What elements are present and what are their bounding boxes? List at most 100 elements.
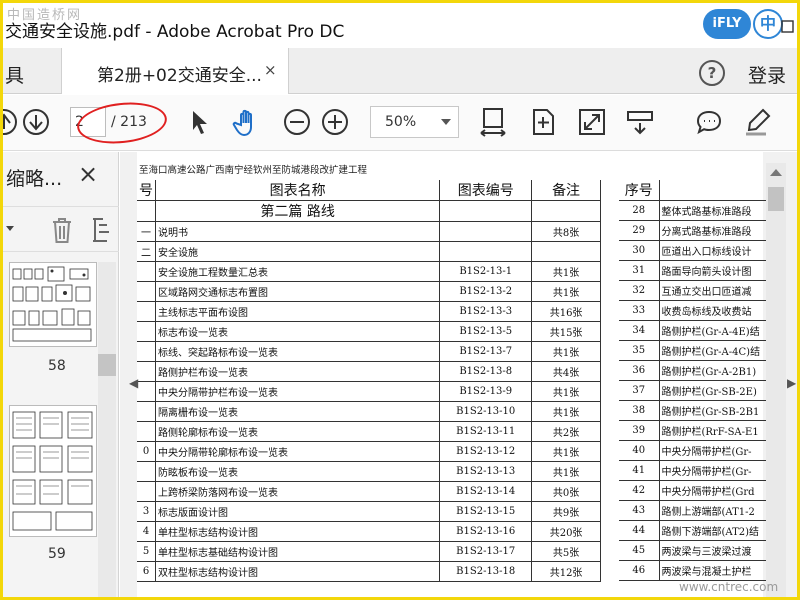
cell-name: 路侧下游端部(AT2)结 bbox=[659, 520, 779, 541]
table-row: 46 两波梁与混凝土护栏 bbox=[619, 560, 779, 581]
previous-page-icon[interactable] bbox=[3, 107, 19, 137]
next-page-icon[interactable] bbox=[21, 107, 51, 137]
header-note: 备注 bbox=[531, 180, 601, 201]
ime-language-button[interactable]: 中 bbox=[753, 9, 783, 39]
table-row: 二安全设施 bbox=[137, 241, 601, 262]
login-button[interactable]: 登录 bbox=[748, 61, 786, 88]
cell-no: 30 bbox=[619, 240, 660, 261]
page-thumbnail-59[interactable] bbox=[9, 405, 97, 537]
cell-name: 路侧上游端部(AT1-2 bbox=[659, 500, 779, 521]
cell-no: 5 bbox=[137, 541, 156, 562]
thumbnails-panel: 缩略... × 58 59 bbox=[3, 152, 119, 597]
section-heading: 第二篇 路线 bbox=[155, 200, 441, 222]
cell-no: 44 bbox=[619, 520, 660, 541]
cell-no: 46 bbox=[619, 560, 660, 581]
cell-no: 38 bbox=[619, 400, 660, 421]
tab-tools[interactable]: 具 bbox=[5, 61, 24, 88]
cell-name: 路侧护栏(RrF-SA-E1 bbox=[659, 420, 779, 441]
cell-note: 共4张 bbox=[531, 361, 601, 382]
help-button[interactable]: ? bbox=[699, 60, 725, 86]
cell-code: B1S2-13-18 bbox=[439, 561, 533, 582]
keyboard-scroll-icon[interactable] bbox=[625, 107, 655, 137]
table-row: 标线、突起路标布设一览表 B1S2-13-7 共1张 bbox=[137, 341, 601, 362]
page-thumbnail-58[interactable] bbox=[9, 262, 97, 347]
table-row: 37 路侧护栏(Gr-SB-2E) bbox=[619, 380, 779, 401]
table-row: 区域路网交通标志布置图 B1S2-13-2 共1张 bbox=[137, 281, 601, 302]
table-row: 41 中央分隔带护栏(Gr- bbox=[619, 460, 779, 481]
cell-no: 33 bbox=[619, 300, 660, 321]
full-screen-icon[interactable] bbox=[577, 107, 607, 137]
cell-note: 共1张 bbox=[531, 401, 601, 422]
cell-name: 分离式路基标准路段 bbox=[659, 220, 779, 241]
cell-note: 共15张 bbox=[531, 321, 601, 342]
tab-close-button[interactable]: × bbox=[264, 61, 277, 79]
cell-no bbox=[137, 281, 156, 302]
document-scrollbar-thumb[interactable] bbox=[768, 187, 784, 211]
zoom-select[interactable]: 50% bbox=[370, 106, 459, 138]
header-no-right: 序号 bbox=[619, 180, 660, 201]
caret-down-icon[interactable] bbox=[5, 223, 15, 235]
scroll-up-icon[interactable] bbox=[770, 169, 782, 176]
cell-name: 上跨桥梁防落网布设一览表 bbox=[155, 481, 441, 502]
table-header-row: 序号 bbox=[619, 180, 779, 201]
cell-name: 双柱型标志结构设计图 bbox=[155, 561, 441, 582]
document-view[interactable]: 至海口高速公路广西南宁经钦州至防城港段改扩建工程 号 图表名称 图表编号 备注 … bbox=[120, 152, 797, 597]
panel-scrollbar[interactable] bbox=[98, 262, 116, 597]
fit-width-icon[interactable] bbox=[478, 107, 508, 137]
previous-page-arrow-icon[interactable]: ◀ bbox=[129, 376, 138, 390]
cell-no bbox=[137, 261, 156, 282]
trash-icon[interactable] bbox=[49, 215, 75, 245]
document-scrollbar[interactable] bbox=[766, 163, 786, 597]
cell-code bbox=[439, 221, 533, 242]
table-row: 安全设施工程数量汇总表 B1S2-13-1 共1张 bbox=[137, 261, 601, 282]
table-row: 40 中央分隔带护栏(Gr- bbox=[619, 440, 779, 461]
cell-name: 中央分隔带护栏(Gr- bbox=[659, 460, 779, 481]
cell-name: 中央分隔带护栏布设一览表 bbox=[155, 381, 441, 402]
cell-no bbox=[137, 461, 156, 482]
cell-no: 40 bbox=[619, 440, 660, 461]
cell-note: 共20张 bbox=[531, 521, 601, 542]
cell-name: 路侧护栏(Gr-A-4C)结 bbox=[659, 340, 779, 361]
table-row: 6 双柱型标志结构设计图 B1S2-13-18 共12张 bbox=[137, 561, 601, 582]
cell-code: B1S2-13-15 bbox=[439, 501, 533, 522]
tab-document[interactable]: 第2册+02交通安全... × bbox=[61, 48, 289, 94]
restore-window-icon[interactable] bbox=[780, 17, 797, 39]
app-window: 中国造桥网 交通安全设施.pdf - Adobe Acrobat Pro DC … bbox=[0, 0, 800, 600]
zoom-value: 50% bbox=[385, 114, 417, 130]
cell-note: 共1张 bbox=[531, 281, 601, 302]
panel-scrollbar-thumb[interactable] bbox=[98, 354, 116, 376]
comment-icon[interactable] bbox=[694, 107, 724, 137]
highlight-pen-icon[interactable] bbox=[743, 107, 773, 137]
fit-page-icon[interactable] bbox=[528, 107, 558, 137]
cell-no: 29 bbox=[619, 220, 660, 241]
cell-code: B1S2-13-12 bbox=[439, 441, 533, 462]
table-row: 防眩板布设一览表 B1S2-13-13 共1张 bbox=[137, 461, 601, 482]
index-table-right: 序号 28 整体式路基标准路段 29 分离式路基标准路段 30 匝道出入口标线设计 31 路面… bbox=[619, 180, 779, 581]
cell-name: 标志版面设计图 bbox=[155, 501, 441, 522]
cell-no bbox=[137, 341, 156, 362]
table-row: 4 单柱型标志结构设计图 B1S2-13-16 共20张 bbox=[137, 521, 601, 542]
cell-no: 4 bbox=[137, 521, 156, 542]
panel-close-button[interactable]: × bbox=[78, 160, 98, 188]
cell-name: 安全设施工程数量汇总表 bbox=[155, 261, 441, 282]
zoom-in-icon[interactable] bbox=[320, 107, 350, 137]
cell-code: B1S2-13-17 bbox=[439, 541, 533, 562]
cell-no: 45 bbox=[619, 540, 660, 561]
ifly-button[interactable]: iFLY bbox=[703, 9, 751, 39]
zoom-out-icon[interactable] bbox=[282, 107, 312, 137]
table-row: 3 标志版面设计图 B1S2-13-15 共9张 bbox=[137, 501, 601, 522]
hand-tool-icon[interactable] bbox=[232, 107, 262, 137]
cell-name: 中央分隔带护栏(Grd bbox=[659, 480, 779, 501]
cell-note: 共9张 bbox=[531, 501, 601, 522]
table-row: 5 单柱型标志基础结构设计图 B1S2-13-17 共5张 bbox=[137, 541, 601, 562]
select-tool-icon[interactable] bbox=[184, 107, 214, 137]
page-options-icon[interactable] bbox=[91, 215, 111, 245]
index-table-left: 号 图表名称 图表编号 备注 第二篇 路线 一说明书 共8张二安全设施 安全设施工程… bbox=[137, 180, 601, 582]
next-page-arrow-icon[interactable]: ▶ bbox=[787, 376, 796, 390]
cell-note: 共1张 bbox=[531, 261, 601, 282]
cell-note: 共8张 bbox=[531, 221, 601, 242]
cell-code: B1S2-13-13 bbox=[439, 461, 533, 482]
cell-code: B1S2-13-3 bbox=[439, 301, 533, 322]
cell-note: 共1张 bbox=[531, 381, 601, 402]
cell-code: B1S2-13-5 bbox=[439, 321, 533, 342]
